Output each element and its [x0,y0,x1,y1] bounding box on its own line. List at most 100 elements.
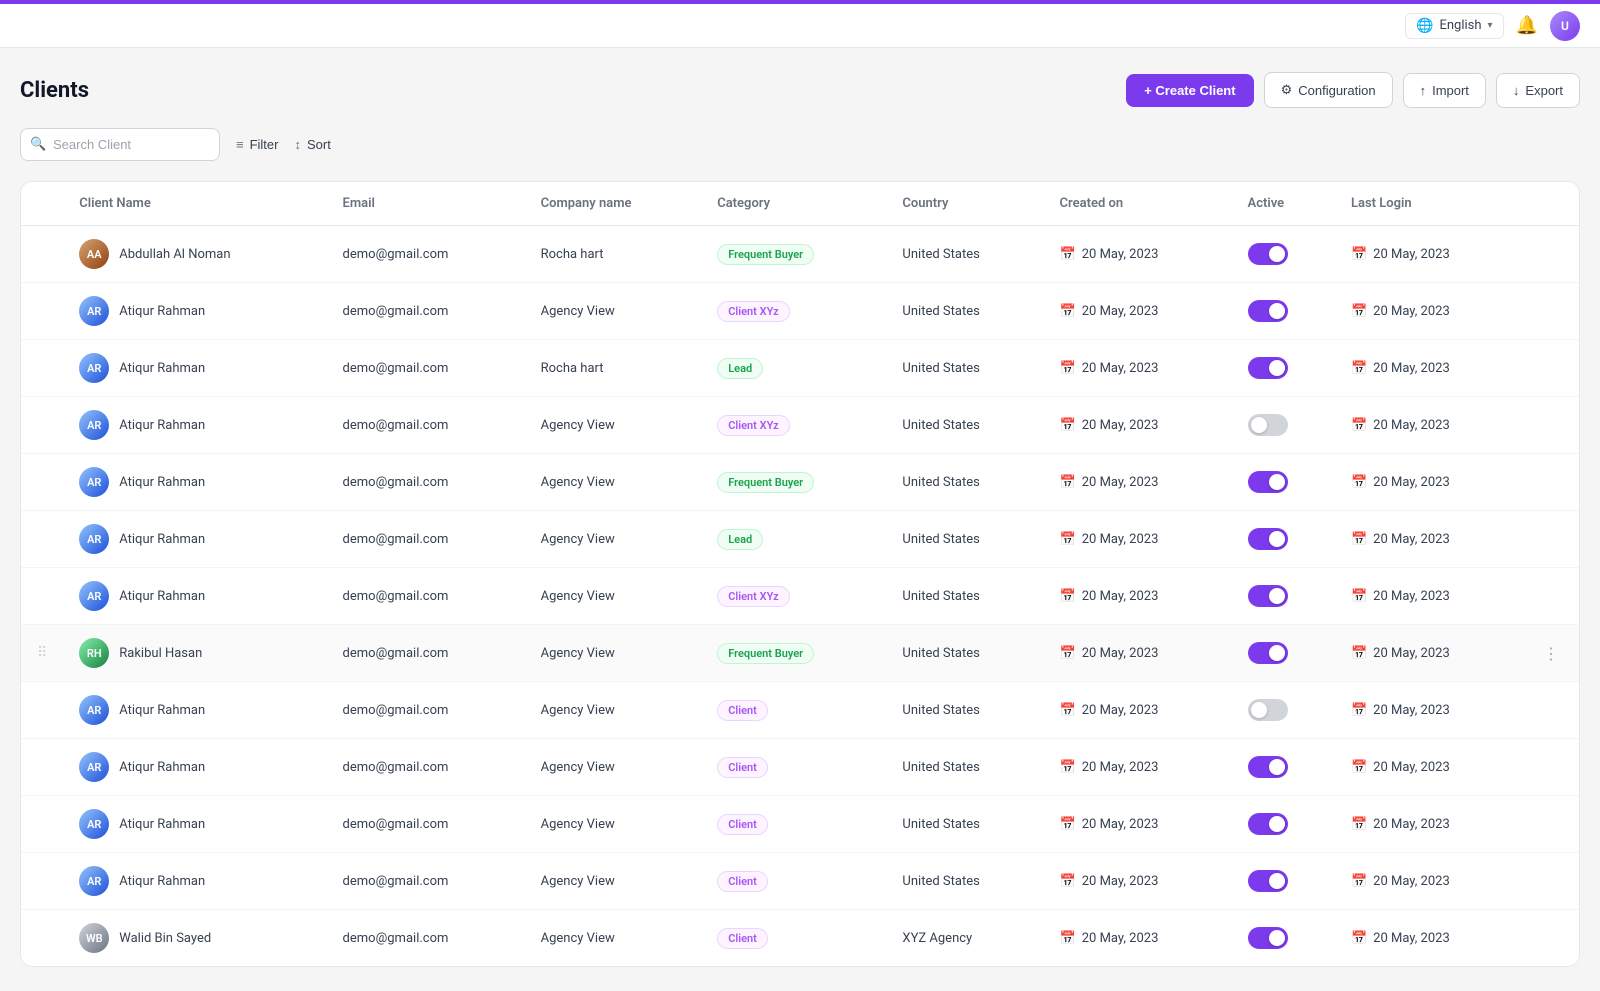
active-toggle[interactable] [1248,528,1288,550]
category-badge: Client [717,928,768,949]
row-actions-cell: ⋮ [1523,625,1579,682]
category-badge: Frequent Buyer [717,643,814,664]
active-toggle[interactable] [1248,756,1288,778]
th-actions [1523,182,1579,226]
header-actions: + Create Client ⚙ Configuration ↑ Import… [1126,72,1580,108]
search-input[interactable] [20,128,220,161]
table-row: AR Atiqur Rahman demo@gmail.com Rocha ha… [21,340,1579,397]
last-login-date: 20 May, 2023 [1373,304,1450,319]
client-name-cell: AR Atiqur Rahman [63,340,326,397]
chevron-down-icon: ▾ [1488,20,1493,31]
country-cell: United States [886,796,1043,853]
created-cell: 📅 20 May, 2023 [1044,625,1232,682]
created-date: 20 May, 2023 [1082,304,1159,319]
table-row: AR Atiqur Rahman demo@gmail.com Agency V… [21,454,1579,511]
category-cell: Frequent Buyer [701,625,886,682]
active-toggle[interactable] [1248,300,1288,322]
category-cell: Lead [701,511,886,568]
last-login-cell: 📅 20 May, 2023 [1335,340,1523,397]
avatar[interactable]: U [1550,11,1580,41]
category-cell: Client [701,853,886,910]
clients-table-container: Client Name Email Company name Category … [20,181,1580,967]
filter-button[interactable]: ≡ Filter [236,137,278,152]
category-cell: Client XYz [701,397,886,454]
category-badge: Client [717,700,768,721]
calendar-icon: 📅 [1060,418,1076,433]
more-options-icon[interactable]: ⋮ [1539,640,1563,667]
client-name-cell: AR Atiqur Rahman [63,568,326,625]
drag-cell: ⠿ [21,625,63,682]
email-cell: demo@gmail.com [327,226,525,283]
active-toggle[interactable] [1248,471,1288,493]
notification-bell-icon[interactable]: 🔔 [1516,15,1538,36]
export-button[interactable]: ↓ Export [1496,73,1580,108]
country-cell: United States [886,625,1043,682]
active-toggle[interactable] [1248,870,1288,892]
avatar: WB [79,923,109,953]
configuration-button[interactable]: ⚙ Configuration [1264,72,1393,108]
table-row: ⠿ RH Rakibul Hasan demo@gmail.com Agency… [21,625,1579,682]
last-login-date: 20 May, 2023 [1373,475,1450,490]
last-login-date: 20 May, 2023 [1373,418,1450,433]
active-cell [1232,226,1335,283]
category-badge: Lead [717,529,763,550]
avatar: RH [79,638,109,668]
avatar: AR [79,524,109,554]
th-drag [21,182,63,226]
avatar: AR [79,410,109,440]
active-toggle[interactable] [1248,414,1288,436]
last-login-cell: 📅 20 May, 2023 [1335,568,1523,625]
client-name-cell: RH Rakibul Hasan [63,625,326,682]
toggle-slider [1248,414,1288,436]
created-cell: 📅 20 May, 2023 [1044,283,1232,340]
last-login-cell: 📅 20 May, 2023 [1335,511,1523,568]
calendar-icon: 📅 [1060,760,1076,775]
client-name: Atiqur Rahman [119,532,205,547]
client-name-cell: AR Atiqur Rahman [63,682,326,739]
sort-button[interactable]: ↕ Sort [294,137,330,152]
active-toggle[interactable] [1248,243,1288,265]
created-cell: 📅 20 May, 2023 [1044,796,1232,853]
drag-cell [21,454,63,511]
client-name-cell: AR Atiqur Rahman [63,454,326,511]
toggle-slider [1248,642,1288,664]
drag-cell [21,397,63,454]
filter-icon: ≡ [236,137,244,152]
client-name: Rakibul Hasan [119,646,202,661]
created-cell: 📅 20 May, 2023 [1044,739,1232,796]
company-cell: Agency View [525,625,702,682]
active-toggle[interactable] [1248,585,1288,607]
calendar-icon: 📅 [1351,247,1367,262]
created-date: 20 May, 2023 [1082,931,1159,946]
active-toggle[interactable] [1248,642,1288,664]
category-badge: Client XYz [717,415,790,436]
email-cell: demo@gmail.com [327,454,525,511]
calendar-icon: 📅 [1060,931,1076,946]
client-name: Atiqur Rahman [119,817,205,832]
th-email: Email [327,182,525,226]
import-button[interactable]: ↑ Import [1403,73,1486,108]
last-login-cell: 📅 20 May, 2023 [1335,397,1523,454]
table-header: Client Name Email Company name Category … [21,182,1579,226]
active-toggle[interactable] [1248,813,1288,835]
calendar-icon: 📅 [1060,475,1076,490]
active-toggle[interactable] [1248,927,1288,949]
calendar-icon: 📅 [1351,589,1367,604]
drag-cell [21,283,63,340]
row-actions-cell [1523,454,1579,511]
last-login-cell: 📅 20 May, 2023 [1335,283,1523,340]
active-toggle[interactable] [1248,357,1288,379]
active-toggle[interactable] [1248,699,1288,721]
company-cell: Rocha hart [525,340,702,397]
calendar-icon: 📅 [1060,874,1076,889]
created-date: 20 May, 2023 [1082,589,1159,604]
toggle-slider [1248,699,1288,721]
last-login-cell: 📅 20 May, 2023 [1335,682,1523,739]
drag-handle-icon[interactable]: ⠿ [37,645,47,661]
language-selector[interactable]: 🌐 English ▾ [1405,13,1504,39]
row-actions-cell [1523,910,1579,967]
active-cell [1232,625,1335,682]
create-client-button[interactable]: + Create Client [1126,74,1253,107]
calendar-icon: 📅 [1351,931,1367,946]
drag-cell [21,682,63,739]
